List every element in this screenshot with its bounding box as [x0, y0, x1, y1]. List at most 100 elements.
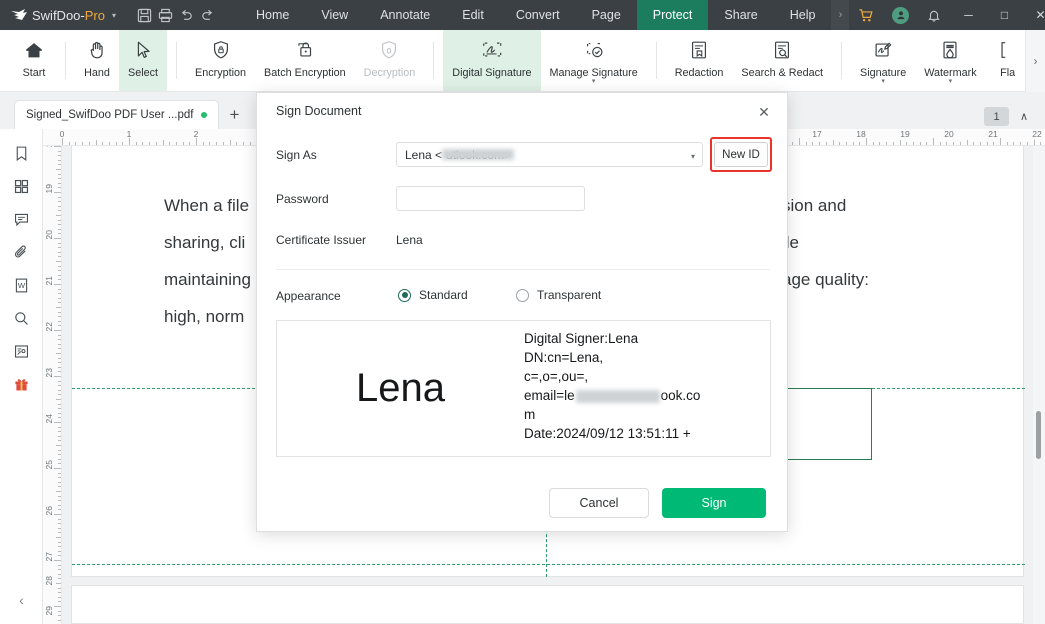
sign-as-label: Sign As: [276, 148, 317, 162]
gift-icon[interactable]: [6, 368, 36, 400]
certificate-issuer-value: Lena: [396, 233, 423, 247]
search-icon[interactable]: [6, 302, 36, 334]
ribbon-divider-3: [433, 42, 434, 79]
watermark-chevron-down-icon[interactable]: ▾: [949, 79, 953, 85]
menu-item-convert[interactable]: Convert: [500, 0, 576, 30]
ribbon-search-redact-button[interactable]: Search & Redact: [732, 30, 832, 92]
appearance-option-transparent[interactable]: Transparent: [516, 288, 601, 302]
ribbon-flatten-button[interactable]: Fla: [986, 30, 1030, 92]
sign-button[interactable]: Sign: [662, 488, 766, 518]
doc-text-line-right: sion and: [782, 196, 846, 216]
menu-item-annotate[interactable]: Annotate: [364, 0, 446, 30]
signature-preview-name: Lena: [277, 321, 524, 456]
radio-transparent-icon[interactable]: [516, 289, 529, 302]
ribbon-start-label: Start: [23, 67, 46, 79]
pdf-page-2[interactable]: [71, 585, 1024, 624]
swifdoo-logo-icon: [10, 5, 28, 25]
menu-item-protect[interactable]: Protect: [637, 0, 709, 30]
new-id-button[interactable]: New ID: [714, 142, 768, 167]
account-avatar-icon[interactable]: [892, 7, 909, 24]
brand-chevron-down-icon[interactable]: ▾: [112, 11, 116, 20]
ribbon-select-label: Select: [128, 67, 158, 79]
ribbon-watermark-button[interactable]: Watermark ▾: [915, 30, 985, 92]
preview-email-suffix: ook.co: [661, 388, 701, 403]
window-maximize-button[interactable]: □: [986, 0, 1022, 30]
word-icon[interactable]: W: [6, 269, 36, 301]
ribbon-decryption-label: Decryption: [364, 67, 416, 79]
menu-item-share[interactable]: Share: [708, 0, 773, 30]
signature-preview-details: Digital Signer:Lena DN:cn=Lena, c=,o=,ou…: [524, 321, 770, 456]
bookmark-icon[interactable]: [6, 137, 36, 169]
vertical-ruler: 18 19 20 21 22 23 24 25 26 27 28 29: [43, 146, 62, 624]
manage-signature-chevron-down-icon[interactable]: ▾: [592, 79, 596, 85]
ribbon-signature-button[interactable]: Signature ▾: [851, 30, 915, 92]
appearance-option-standard[interactable]: Standard: [398, 288, 468, 302]
ribbon-start-button[interactable]: Start: [12, 30, 56, 92]
vertical-scrollbar[interactable]: [1033, 146, 1045, 624]
cancel-button[interactable]: Cancel: [549, 488, 649, 518]
ribbon-redaction-button[interactable]: Redaction: [666, 30, 733, 92]
notifications-bell-icon[interactable]: [927, 8, 941, 23]
sign-as-combobox[interactable]: Lena <utlook.com> ▾: [396, 142, 703, 167]
ribbon-encryption-button[interactable]: Encryption: [186, 30, 255, 92]
preview-line-signer: Digital Signer:Lena: [524, 329, 764, 348]
doc-text-line: high, norm: [164, 307, 244, 327]
redo-icon[interactable]: [200, 2, 215, 28]
signature-chevron-down-icon[interactable]: ▾: [881, 79, 885, 85]
ribbon-decryption-button: Decryption: [355, 30, 425, 92]
close-icon[interactable]: ✕: [751, 99, 777, 125]
preview-line-date: Date:2024/09/12 13:51:11 +: [524, 424, 764, 443]
window-minimize-button[interactable]: ─: [950, 0, 986, 30]
undo-icon[interactable]: [179, 2, 194, 28]
menu-overflow-chevron-icon[interactable]: ›: [831, 0, 849, 30]
ribbon-batch-encryption-button[interactable]: Batch Encryption: [255, 30, 355, 92]
page-number-badge[interactable]: 1: [984, 107, 1009, 126]
svg-text:W: W: [17, 281, 25, 290]
ribbon-search-redact-label: Search & Redact: [741, 67, 823, 79]
ruler-v-tick-label: 20: [44, 230, 54, 239]
preview-line-c-o-ou: c=,o=,ou=,: [524, 367, 764, 386]
ribbon-hand-button[interactable]: Hand: [75, 30, 119, 92]
attachment-icon[interactable]: [6, 236, 36, 268]
new-tab-button[interactable]: +: [219, 100, 249, 129]
ruler-v-tick-label: 28: [44, 576, 54, 585]
chevron-down-icon[interactable]: ▾: [691, 152, 695, 161]
thumbnails-icon[interactable]: [6, 170, 36, 202]
menu-item-edit[interactable]: Edit: [446, 0, 500, 30]
preview-line-email: email=le ook.co: [524, 386, 764, 405]
comment-icon[interactable]: [6, 203, 36, 235]
signature-preview: Lena Digital Signer:Lena DN:cn=Lena, c=,…: [276, 320, 771, 457]
menu-item-view[interactable]: View: [305, 0, 364, 30]
collapse-chevron-up-icon[interactable]: ∧: [1015, 107, 1033, 126]
menu-item-page[interactable]: Page: [576, 0, 637, 30]
ribbon-divider-5: [841, 42, 842, 79]
doc-text-line: When a file: [164, 196, 249, 216]
menu-item-home[interactable]: Home: [240, 0, 305, 30]
radio-standard-icon[interactable]: [398, 289, 411, 302]
main-menu: Home View Annotate Edit Convert Page Pro…: [240, 0, 831, 30]
menu-item-help[interactable]: Help: [774, 0, 832, 30]
ruler-h-tick-label: 21: [988, 129, 997, 139]
cart-icon[interactable]: [858, 8, 874, 23]
radio-transparent-label: Transparent: [537, 288, 601, 302]
save-icon[interactable]: [137, 2, 152, 28]
shield-lock-icon: [210, 35, 232, 65]
manage-signature-icon: [583, 35, 605, 65]
print-icon[interactable]: [158, 2, 173, 28]
window-close-button[interactable]: ✕: [1022, 0, 1045, 30]
document-tab[interactable]: Signed_SwifDoo PDF User ...pdf: [14, 100, 219, 129]
sign-document-dialog: Sign Document ✕ Sign As Lena <utlook.com…: [256, 92, 788, 532]
vertical-scrollbar-thumb[interactable]: [1036, 411, 1041, 459]
preview-email-prefix: email=le: [524, 388, 575, 403]
ribbon-digital-signature-button[interactable]: Digital Signature: [443, 30, 540, 92]
ribbon-manage-signature-button[interactable]: Manage Signature ▾: [541, 30, 647, 92]
ribbon-select-button[interactable]: Select: [119, 30, 167, 92]
ribbon-expand-chevron-icon[interactable]: ›: [1025, 30, 1045, 92]
ribbon-digital-signature-label: Digital Signature: [452, 67, 531, 79]
ribbon-flatten-label: Fla: [1000, 67, 1015, 79]
sidebar-collapse-chevron-icon[interactable]: ‹: [0, 592, 43, 608]
ruler-v-tick-label: 29: [44, 606, 54, 615]
titlebar-right-controls: › ─ □ ✕: [831, 0, 1045, 30]
stamp-icon[interactable]: [6, 335, 36, 367]
password-input[interactable]: [396, 186, 585, 211]
